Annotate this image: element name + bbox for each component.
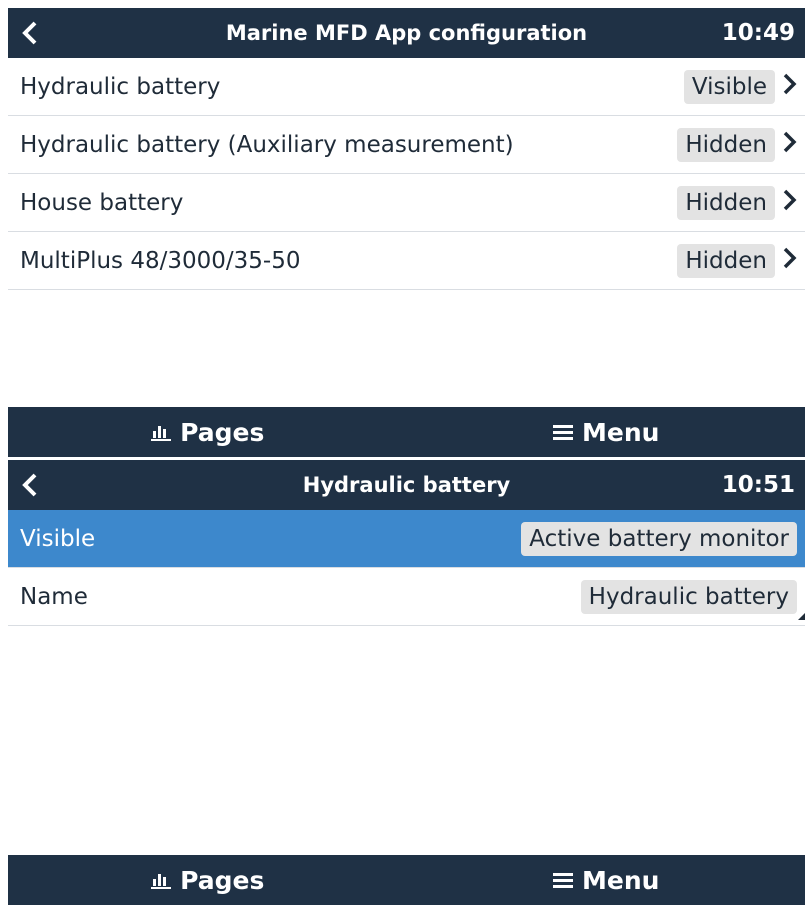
visible-value-select[interactable]: Active battery monitor <box>521 521 797 556</box>
bar-chart-icon <box>151 426 172 441</box>
edit-corner-icon <box>798 612 805 620</box>
visible-setting-row[interactable]: Visible Active battery monitor <box>8 510 805 568</box>
item-label: House battery <box>20 189 184 216</box>
chevron-right-icon <box>775 130 797 160</box>
item-label: Hydraulic battery <box>20 73 221 100</box>
mfd-config-screen: Marine MFD App configuration 10:49 Hydra… <box>8 8 805 457</box>
item-label: Name <box>20 583 88 610</box>
name-field[interactable]: Hydraulic battery <box>580 579 797 614</box>
item-label: Hydraulic battery (Auxiliary measurement… <box>20 131 514 158</box>
menu-button[interactable]: Menu <box>407 855 805 905</box>
list-item-house-battery[interactable]: House battery Hidden <box>8 174 805 232</box>
menu-button[interactable]: Menu <box>407 407 805 457</box>
visibility-badge: Hidden <box>677 185 775 220</box>
item-label: MultiPlus 48/3000/35-50 <box>20 247 301 274</box>
back-button[interactable] <box>8 460 52 510</box>
bottom-bar: Pages Menu <box>8 855 805 905</box>
chevron-right-icon <box>775 72 797 102</box>
list-item-hydraulic-battery-aux[interactable]: Hydraulic battery (Auxiliary measurement… <box>8 116 805 174</box>
clock: 10:51 <box>721 472 795 498</box>
page-title: Hydraulic battery <box>302 473 511 497</box>
menu-label: Menu <box>582 417 660 447</box>
hamburger-icon <box>553 425 574 440</box>
bar-chart-icon <box>151 874 172 889</box>
device-list: Hydraulic battery Visible Hydraulic batt… <box>8 58 805 290</box>
back-button[interactable] <box>8 8 52 58</box>
menu-label: Menu <box>582 865 660 895</box>
page-title: Marine MFD App configuration <box>225 21 588 45</box>
chevron-right-icon <box>775 246 797 276</box>
visibility-badge: Hidden <box>677 243 775 278</box>
visibility-badge: Visible <box>683 69 775 104</box>
hamburger-icon <box>553 873 574 888</box>
chevron-right-icon <box>775 188 797 218</box>
pages-label: Pages <box>180 417 265 447</box>
pages-label: Pages <box>180 865 265 895</box>
name-setting-row[interactable]: Name Hydraulic battery <box>8 568 805 626</box>
clock: 10:49 <box>721 20 795 46</box>
chevron-left-icon <box>22 473 37 497</box>
bottom-bar: Pages Menu <box>8 407 805 457</box>
list-item-hydraulic-battery[interactable]: Hydraulic battery Visible <box>8 58 805 116</box>
pages-button[interactable]: Pages <box>8 855 407 905</box>
title-bar: Marine MFD App configuration 10:49 <box>8 8 805 58</box>
item-label: Visible <box>20 525 96 552</box>
hydraulic-battery-screen: Hydraulic battery 10:51 Visible Active b… <box>8 460 805 905</box>
title-bar: Hydraulic battery 10:51 <box>8 460 805 510</box>
name-field-wrap: Hydraulic battery <box>580 579 805 620</box>
chevron-left-icon <box>22 21 37 45</box>
list-item-multiplus[interactable]: MultiPlus 48/3000/35-50 Hidden <box>8 232 805 290</box>
pages-button[interactable]: Pages <box>8 407 407 457</box>
visibility-badge: Hidden <box>677 127 775 162</box>
settings-list: Visible Active battery monitor Name Hydr… <box>8 510 805 626</box>
